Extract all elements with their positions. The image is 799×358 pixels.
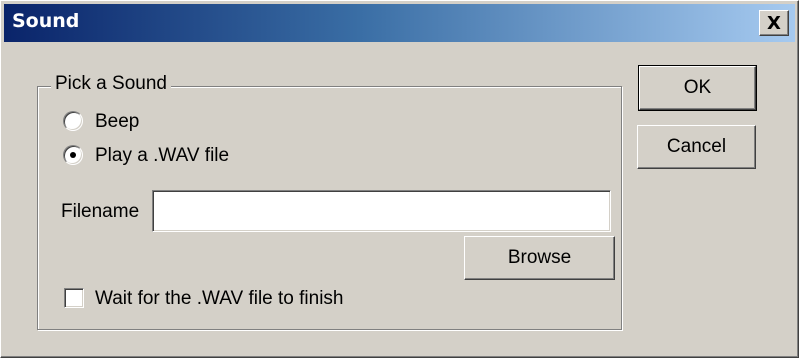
wait-checkbox[interactable] — [64, 288, 84, 308]
ok-button[interactable]: OK — [638, 65, 757, 111]
filename-label: Filename — [61, 201, 140, 222]
group-legend: Pick a Sound — [51, 73, 171, 95]
play-wav-radio[interactable] — [63, 145, 83, 165]
radio-selected-dot — [70, 152, 76, 158]
close-button[interactable]: X — [759, 10, 789, 36]
cancel-button[interactable]: Cancel — [637, 125, 756, 169]
wait-checkbox-label[interactable]: Wait for the .WAV file to finish — [95, 288, 343, 310]
browse-button[interactable]: Browse — [464, 236, 615, 280]
close-icon: X — [767, 12, 781, 34]
beep-label[interactable]: Beep — [95, 111, 139, 133]
play-wav-label[interactable]: Play a .WAV file — [95, 145, 229, 167]
dialog-title: Sound — [12, 10, 80, 32]
beep-radio[interactable] — [63, 111, 83, 131]
filename-input[interactable] — [152, 190, 611, 232]
title-bar[interactable]: Sound X — [4, 4, 795, 42]
